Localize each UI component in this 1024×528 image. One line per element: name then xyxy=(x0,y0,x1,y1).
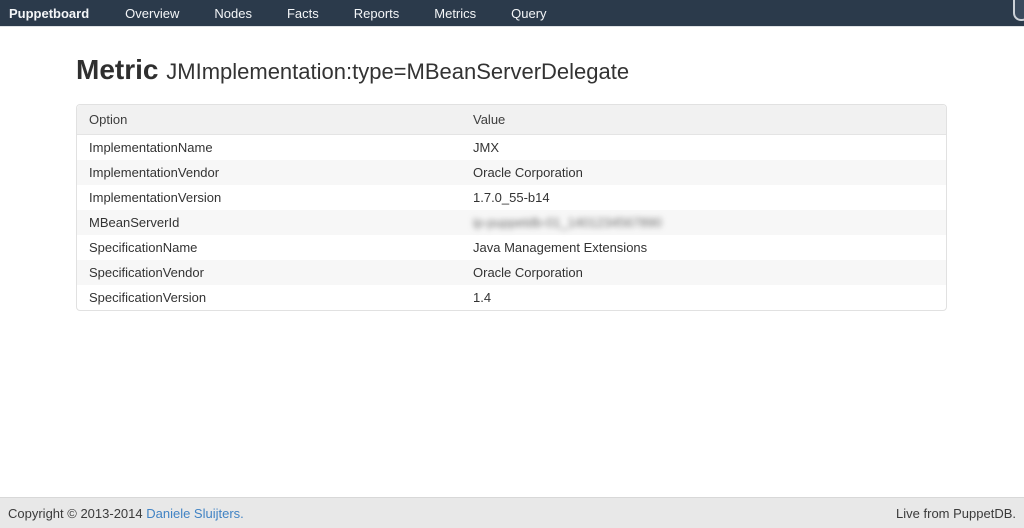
nav-item-nodes[interactable]: Nodes xyxy=(201,0,265,26)
page-title-label: Metric xyxy=(76,54,158,85)
brand-link-puppetboard[interactable]: Puppetboard xyxy=(0,0,98,26)
value-text: Oracle Corporation xyxy=(473,165,583,180)
value-text: JMX xyxy=(473,140,499,155)
option-cell: SpecificationName xyxy=(77,235,461,260)
copyright-text: Copyright © 2013-2014 xyxy=(8,506,143,521)
author-link[interactable]: Daniele Sluijters. xyxy=(146,506,244,521)
page-title: Metric JMImplementation:type=MBeanServer… xyxy=(76,55,947,87)
value-cell: 1.4 xyxy=(461,285,946,310)
scrollbar-thumb[interactable] xyxy=(1013,0,1024,21)
value-text: 1.4 xyxy=(473,290,491,305)
value-cell: Oracle Corporation xyxy=(461,260,946,285)
value-text: ip-puppetdb-01_1401234567890 xyxy=(473,215,662,230)
table-row: SpecificationVersion 1.4 xyxy=(77,285,946,310)
value-text: 1.7.0_55-b14 xyxy=(473,190,550,205)
metric-table-body: ImplementationName JMX ImplementationVen… xyxy=(77,135,946,310)
value-cell: 1.7.0_55-b14 xyxy=(461,185,946,210)
nav-item-overview[interactable]: Overview xyxy=(112,0,192,26)
option-cell: ImplementationName xyxy=(77,135,461,160)
main-content: Metric JMImplementation:type=MBeanServer… xyxy=(0,55,1024,311)
value-cell: ip-puppetdb-01_1401234567890 xyxy=(461,210,946,235)
nav-item-query[interactable]: Query xyxy=(498,0,559,26)
option-cell: MBeanServerId xyxy=(77,210,461,235)
top-navbar: Puppetboard Overview Nodes Facts Reports Met… xyxy=(0,0,1024,27)
value-text: Java Management Extensions xyxy=(473,240,647,255)
value-text: Oracle Corporation xyxy=(473,265,583,280)
footer-copyright: Copyright © 2013-2014 Daniele Sluijters. xyxy=(8,506,244,521)
table-row: ImplementationName JMX xyxy=(77,135,946,160)
nav-item-facts[interactable]: Facts xyxy=(274,0,332,26)
metric-table-head: Option Value xyxy=(77,105,946,135)
table-header-row: Option Value xyxy=(77,105,946,135)
table-row: SpecificationName Java Management Extens… xyxy=(77,235,946,260)
page-footer: Copyright © 2013-2014 Daniele Sluijters.… xyxy=(0,497,1024,528)
footer-status-text: Live from PuppetDB. xyxy=(896,506,1016,521)
table-row: ImplementationVersion 1.7.0_55-b14 xyxy=(77,185,946,210)
option-cell: SpecificationVendor xyxy=(77,260,461,285)
table-row: MBeanServerId ip-puppetdb-01_14012345678… xyxy=(77,210,946,235)
column-header-value: Value xyxy=(461,105,946,135)
nav-items: Overview Nodes Facts Reports Metrics Query xyxy=(112,0,568,26)
option-cell: ImplementationVendor xyxy=(77,160,461,185)
option-cell: SpecificationVersion xyxy=(77,285,461,310)
metric-name: JMImplementation:type=MBeanServerDelegat… xyxy=(166,59,629,84)
nav-item-reports[interactable]: Reports xyxy=(341,0,413,26)
option-cell: ImplementationVersion xyxy=(77,185,461,210)
value-cell: JMX xyxy=(461,135,946,160)
column-header-option: Option xyxy=(77,105,461,135)
table-row: SpecificationVendor Oracle Corporation xyxy=(77,260,946,285)
value-cell: Oracle Corporation xyxy=(461,160,946,185)
value-cell: Java Management Extensions xyxy=(461,235,946,260)
nav-item-metrics[interactable]: Metrics xyxy=(421,0,489,26)
metric-table: Option Value ImplementationName JMX Impl… xyxy=(76,104,947,311)
table-row: ImplementationVendor Oracle Corporation xyxy=(77,160,946,185)
